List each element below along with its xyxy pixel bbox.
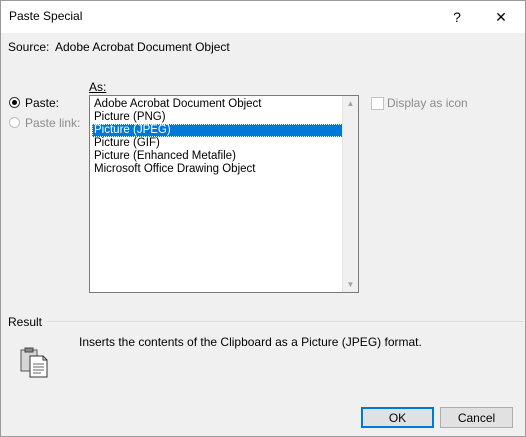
source-label: Source:: [8, 40, 50, 54]
as-label: As:: [89, 80, 107, 94]
window-title: Paste Special: [9, 9, 83, 23]
paste-link-radio-label[interactable]: Paste link:: [25, 116, 80, 130]
result-text: Inserts the contents of the Clipboard as…: [79, 335, 422, 349]
list-item[interactable]: Picture (PNG): [92, 111, 345, 124]
display-as-icon-checkbox[interactable]: [371, 97, 384, 110]
cancel-button[interactable]: Cancel: [440, 407, 513, 428]
close-icon: ✕: [495, 8, 507, 25]
list-item[interactable]: Adobe Acrobat Document Object: [92, 98, 345, 111]
result-heading: Result: [8, 315, 43, 329]
paste-link-radio[interactable]: [9, 117, 20, 128]
result-divider: [47, 321, 523, 322]
cancel-button-label: Cancel: [457, 410, 496, 425]
help-icon: ?: [453, 9, 461, 25]
list-item-selected[interactable]: Picture (JPEG): [92, 124, 345, 137]
paste-special-dialog: Paste Special ? ✕ Source: Adobe Acrobat …: [0, 0, 526, 437]
paste-radio-label[interactable]: Paste:: [25, 96, 59, 110]
list-item[interactable]: Picture (GIF): [92, 137, 345, 150]
source-value: Adobe Acrobat Document Object: [55, 40, 230, 54]
help-button[interactable]: ?: [435, 1, 479, 33]
ok-button[interactable]: OK: [361, 407, 434, 428]
clipboard-paste-icon: [20, 347, 48, 378]
display-as-icon-label[interactable]: Display as icon: [387, 96, 468, 110]
ok-button-label: OK: [388, 410, 407, 425]
title-bar: Paste Special ? ✕: [1, 1, 525, 33]
list-item[interactable]: Picture (Enhanced Metafile): [92, 150, 345, 163]
scroll-down-arrow-icon[interactable]: ▼: [343, 277, 358, 292]
paste-radio[interactable]: [9, 97, 20, 108]
close-button[interactable]: ✕: [479, 1, 523, 33]
listbox-scrollbar[interactable]: ▲ ▼: [342, 96, 358, 292]
as-listbox[interactable]: Adobe Acrobat Document Object Picture (P…: [89, 95, 359, 293]
scroll-up-arrow-icon[interactable]: ▲: [343, 96, 358, 111]
list-item[interactable]: Microsoft Office Drawing Object: [92, 163, 345, 176]
